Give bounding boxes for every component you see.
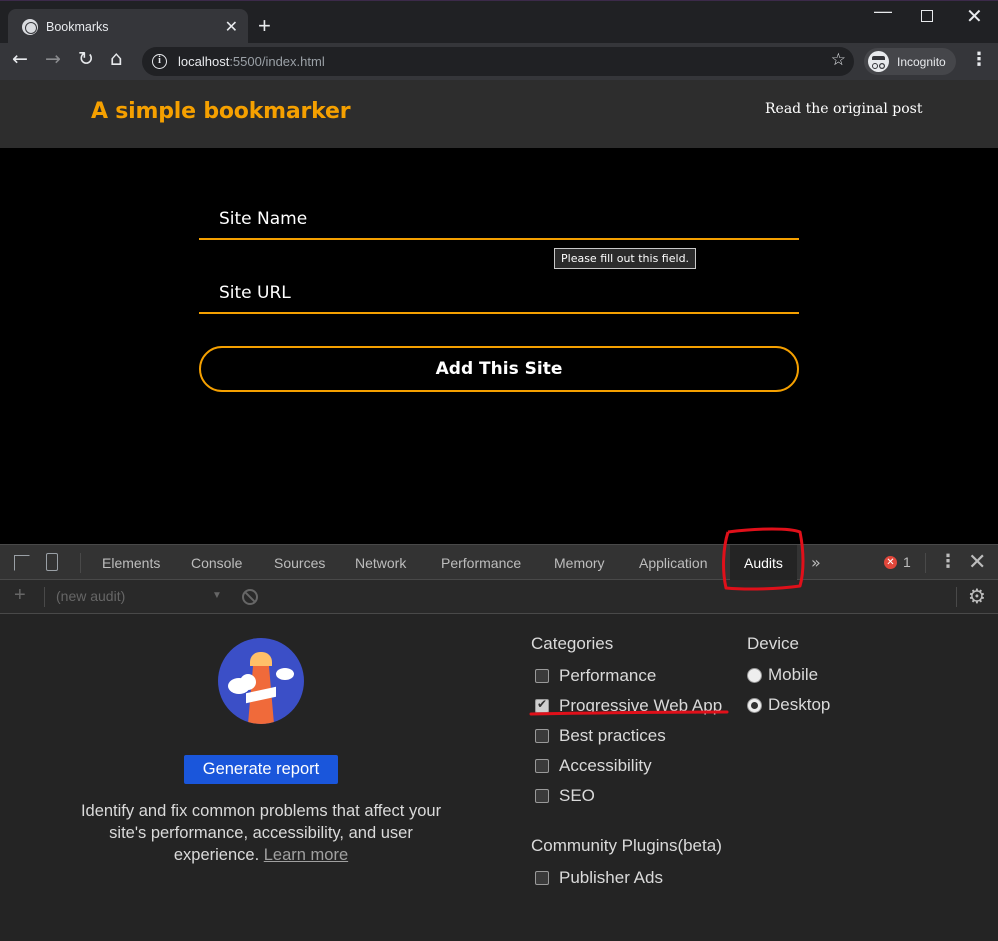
add-site-button[interactable]: Add This Site (199, 346, 799, 392)
tab-audits[interactable]: Audits (730, 545, 797, 580)
category-label: Accessibility (559, 756, 652, 775)
devtools-close-icon[interactable]: ✕ (968, 549, 986, 575)
category-performance[interactable]: Performance (535, 666, 656, 686)
tab-sources[interactable]: Sources (274, 545, 325, 580)
cloud-icon (240, 674, 256, 690)
original-post-link[interactable]: Read the original post (765, 101, 923, 117)
tab-application[interactable]: Application (639, 545, 708, 580)
device-desktop[interactable]: Desktop (747, 695, 830, 715)
url-host: localhost (178, 54, 230, 69)
error-icon[interactable]: ✕ (884, 556, 897, 569)
window-close-icon[interactable]: ✕ (966, 4, 983, 29)
dropdown-arrow-icon: ▼ (212, 590, 222, 601)
inspect-element-icon[interactable] (14, 555, 30, 571)
new-audit-icon[interactable]: + (14, 584, 26, 607)
browser-toolbar: ← → ↻ ⌂ i localhost :5500/index.html ☆ I… (0, 43, 998, 80)
plugins-heading: Community Plugins(beta) (531, 836, 722, 855)
incognito-label: Incognito (897, 54, 946, 69)
category-label: Progressive Web App (559, 696, 723, 715)
category-seo[interactable]: SEO (535, 786, 595, 806)
plugin-publisher-ads[interactable]: Publisher Ads (535, 868, 663, 888)
audit-select[interactable]: (new audit) ▼ (56, 588, 226, 604)
tab-memory[interactable]: Memory (554, 545, 605, 580)
lighthouse-logo-icon (218, 638, 304, 724)
audits-description: Identify and fix common problems that af… (70, 800, 452, 866)
cloud-icon (276, 668, 294, 680)
audits-toolbar: + (new audit) ▼ ⚙ (0, 580, 998, 614)
error-count[interactable]: 1 (903, 554, 911, 570)
site-name-field[interactable] (199, 200, 799, 240)
clear-icon[interactable] (242, 589, 258, 605)
category-label: Best practices (559, 726, 666, 745)
tab-close-icon[interactable]: ✕ (225, 17, 238, 36)
tab-network[interactable]: Network (355, 545, 406, 580)
site-title: A simple bookmarker (91, 99, 351, 124)
category-label: SEO (559, 786, 595, 805)
devtools-panel: Elements Console Sources Network Perform… (0, 544, 998, 941)
checkbox[interactable] (535, 789, 549, 803)
radio-selected[interactable] (747, 697, 762, 713)
checkbox[interactable] (535, 729, 549, 743)
forward-arrow-icon[interactable]: → (45, 48, 61, 70)
site-url-field[interactable] (199, 274, 799, 314)
more-tabs-icon[interactable]: » (811, 553, 821, 572)
categories-heading: Categories (531, 634, 614, 653)
url-path: :5500/index.html (229, 54, 325, 69)
audit-select-value: (new audit) (56, 588, 126, 604)
tab-title: Bookmarks (46, 19, 109, 34)
bookmark-star-icon[interactable]: ☆ (831, 50, 846, 70)
category-best-practices[interactable]: Best practices (535, 726, 666, 746)
device-mobile[interactable]: Mobile (747, 665, 818, 685)
category-accessibility[interactable]: Accessibility (535, 756, 652, 776)
site-info-icon[interactable]: i (152, 54, 167, 69)
browser-tab[interactable]: Bookmarks ✕ (8, 9, 248, 44)
validation-tooltip: Please fill out this field. (554, 248, 697, 269)
browser-tabstrip: Bookmarks ✕ + — ✕ (0, 0, 998, 44)
tab-performance[interactable]: Performance (441, 545, 521, 580)
checkbox[interactable] (535, 871, 549, 885)
home-icon[interactable]: ⌂ (110, 46, 123, 70)
maximize-icon[interactable] (921, 10, 933, 22)
radio[interactable] (747, 667, 762, 683)
lighthouse-lamp (250, 652, 272, 666)
tab-console[interactable]: Console (191, 545, 242, 580)
reload-icon[interactable]: ↻ (78, 48, 94, 70)
browser-menu-icon[interactable]: ⋮ (970, 49, 988, 70)
incognito-badge[interactable]: Incognito (864, 48, 956, 75)
device-toolbar-icon[interactable] (46, 553, 58, 571)
device-heading: Device (747, 634, 799, 653)
checkbox[interactable] (535, 669, 549, 683)
devtools-tabbar: Elements Console Sources Network Perform… (0, 544, 998, 580)
checkbox[interactable] (535, 759, 549, 773)
generate-report-button[interactable]: Generate report (184, 755, 338, 784)
divider (80, 553, 81, 573)
divider (44, 587, 45, 607)
back-arrow-icon[interactable]: ← (12, 48, 28, 70)
device-label: Mobile (768, 665, 819, 684)
minimize-icon[interactable]: — (874, 1, 892, 22)
divider (925, 553, 926, 573)
address-bar[interactable]: i localhost :5500/index.html ☆ (142, 47, 854, 76)
new-tab-button[interactable]: + (258, 13, 271, 39)
site-header: A simple bookmarker Read the original po… (0, 80, 998, 148)
checkbox-checked[interactable] (535, 697, 549, 713)
device-label: Desktop (768, 695, 831, 714)
globe-icon (22, 18, 38, 35)
devtools-menu-icon[interactable]: ⋮ (939, 551, 957, 572)
plugin-label: Publisher Ads (559, 868, 663, 887)
category-pwa[interactable]: Progressive Web App (535, 696, 722, 716)
divider (956, 587, 957, 607)
category-label: Performance (559, 666, 657, 685)
learn-more-link[interactable]: Learn more (264, 846, 348, 864)
gear-icon[interactable]: ⚙ (968, 584, 986, 608)
tab-elements[interactable]: Elements (102, 545, 160, 580)
description-text: Identify and fix common problems that af… (80, 802, 442, 864)
incognito-icon (868, 51, 889, 72)
